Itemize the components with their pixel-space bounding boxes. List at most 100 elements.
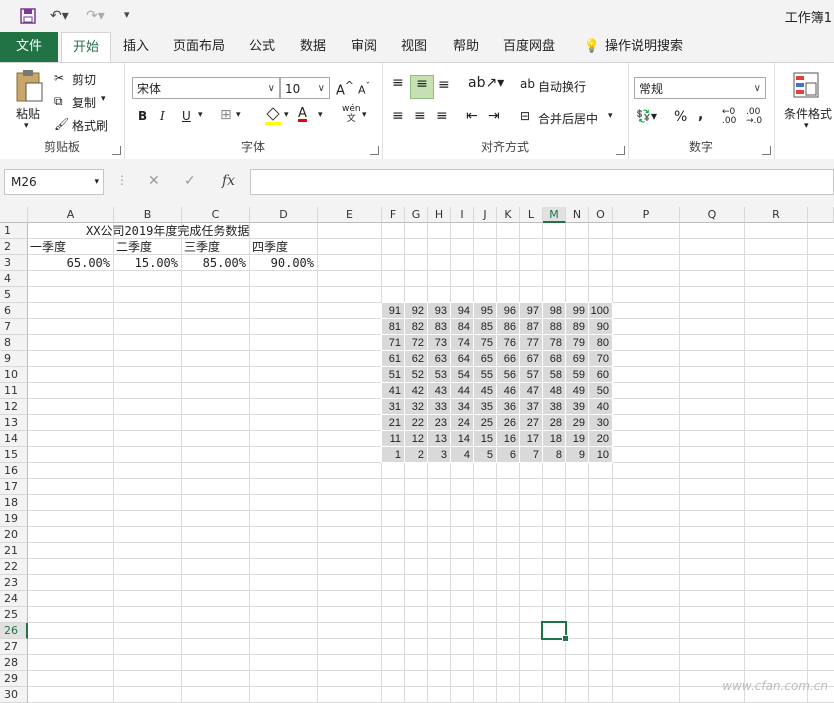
orientation-icon[interactable]: ab↗▾: [468, 75, 504, 91]
number-cell[interactable]: 9: [566, 447, 585, 463]
row-header-5[interactable]: 5: [0, 287, 28, 303]
row-header-14[interactable]: 14: [0, 431, 28, 447]
number-cell[interactable]: 83: [428, 319, 447, 335]
number-cell[interactable]: 86: [497, 319, 516, 335]
number-cell[interactable]: 43: [428, 383, 447, 399]
number-cell[interactable]: 19: [566, 431, 585, 447]
conditional-format-icon[interactable]: [792, 71, 820, 102]
row-header-1[interactable]: 1: [0, 223, 28, 239]
column-header-Q[interactable]: Q: [680, 207, 745, 223]
number-cell[interactable]: 13: [428, 431, 447, 447]
font-launcher-icon[interactable]: [370, 146, 379, 155]
number-cell[interactable]: 38: [543, 399, 562, 415]
comma-button[interactable]: ,: [698, 107, 703, 123]
name-box[interactable]: M26 ▾: [4, 169, 104, 195]
underline-dropdown-icon[interactable]: ▾: [198, 110, 203, 120]
tab-formulas[interactable]: 公式: [242, 32, 282, 62]
number-cell[interactable]: 52: [405, 367, 424, 383]
quarter-header-cell[interactable]: 一季度: [30, 239, 66, 255]
decrease-indent-icon[interactable]: ⇤: [466, 108, 478, 124]
tab-review[interactable]: 审阅: [344, 32, 384, 62]
copy-button[interactable]: 复制: [72, 94, 96, 111]
quarter-value-cell[interactable]: 85.00%: [182, 255, 246, 271]
row-header-19[interactable]: 19: [0, 511, 28, 527]
row-header-16[interactable]: 16: [0, 463, 28, 479]
row-header-6[interactable]: 6: [0, 303, 28, 319]
number-cell[interactable]: 54: [451, 367, 470, 383]
decrease-decimal-icon[interactable]: .00 →.0: [746, 108, 762, 126]
tab-home[interactable]: 开始: [61, 32, 111, 64]
number-cell[interactable]: 11: [382, 431, 401, 447]
number-cell[interactable]: 7: [520, 447, 539, 463]
percent-button[interactable]: %: [674, 109, 687, 125]
number-cell[interactable]: 47: [520, 383, 539, 399]
row-header-25[interactable]: 25: [0, 607, 28, 623]
column-header-B[interactable]: B: [114, 207, 182, 223]
number-cell[interactable]: 15: [474, 431, 493, 447]
number-cell[interactable]: 64: [451, 351, 470, 367]
number-cell[interactable]: 79: [566, 335, 585, 351]
more-options-icon[interactable]: ⋮: [116, 173, 128, 187]
quarter-value-cell[interactable]: 65.00%: [28, 255, 110, 271]
row-header-21[interactable]: 21: [0, 543, 28, 559]
number-cell[interactable]: 57: [520, 367, 539, 383]
increase-decimal-icon[interactable]: ←0.00: [722, 108, 736, 126]
row-header-13[interactable]: 13: [0, 415, 28, 431]
row-header-27[interactable]: 27: [0, 639, 28, 655]
underline-button[interactable]: U: [182, 109, 191, 123]
number-cell[interactable]: 41: [382, 383, 401, 399]
number-cell[interactable]: 8: [543, 447, 562, 463]
row-header-20[interactable]: 20: [0, 527, 28, 543]
number-cell[interactable]: 75: [474, 335, 493, 351]
number-cell[interactable]: 98: [543, 303, 562, 319]
number-cell[interactable]: 80: [589, 335, 609, 351]
number-cell[interactable]: 55: [474, 367, 493, 383]
number-cell[interactable]: 82: [405, 319, 424, 335]
cut-icon[interactable]: ✂: [54, 71, 64, 85]
insert-function-icon[interactable]: fx: [222, 173, 235, 189]
column-header-G[interactable]: G: [405, 207, 428, 223]
number-cell[interactable]: 99: [566, 303, 585, 319]
number-cell[interactable]: 48: [543, 383, 562, 399]
number-cell[interactable]: 88: [543, 319, 562, 335]
number-cell[interactable]: 81: [382, 319, 401, 335]
number-cell[interactable]: 74: [451, 335, 470, 351]
row-header-9[interactable]: 9: [0, 351, 28, 367]
number-cell[interactable]: 21: [382, 415, 401, 431]
number-cell[interactable]: 85: [474, 319, 493, 335]
number-cell[interactable]: 14: [451, 431, 470, 447]
column-header-P[interactable]: P: [613, 207, 680, 223]
row-header-29[interactable]: 29: [0, 671, 28, 687]
title-cell[interactable]: XX公司2019年度完成任务数据: [86, 223, 249, 239]
row-header-7[interactable]: 7: [0, 319, 28, 335]
active-cell-selection[interactable]: [541, 621, 569, 642]
number-format-select[interactable]: 常规 ∨: [634, 77, 766, 99]
number-cell[interactable]: 26: [497, 415, 516, 431]
number-cell[interactable]: 5: [474, 447, 493, 463]
paste-dropdown-icon[interactable]: ▾: [24, 121, 29, 131]
align-center-icon[interactable]: ≡: [414, 108, 426, 124]
row-header-11[interactable]: 11: [0, 383, 28, 399]
number-cell[interactable]: 30: [589, 415, 609, 431]
conditional-dropdown-icon[interactable]: ▾: [804, 121, 809, 131]
tab-insert[interactable]: 插入: [116, 32, 156, 62]
tell-me-search[interactable]: 操作说明搜索: [604, 32, 684, 62]
quarter-value-cell[interactable]: 15.00%: [114, 255, 178, 271]
column-header-F[interactable]: F: [382, 207, 405, 223]
tab-baidu-netdisk[interactable]: 百度网盘: [498, 32, 560, 62]
number-cell[interactable]: 1: [382, 447, 401, 463]
fill-dropdown-icon[interactable]: ▾: [284, 110, 289, 120]
number-cell[interactable]: 29: [566, 415, 585, 431]
number-cell[interactable]: 39: [566, 399, 585, 415]
number-cell[interactable]: 17: [520, 431, 539, 447]
number-cell[interactable]: 73: [428, 335, 447, 351]
column-header-H[interactable]: H: [428, 207, 451, 223]
number-cell[interactable]: 45: [474, 383, 493, 399]
number-cell[interactable]: 67: [520, 351, 539, 367]
row-header-8[interactable]: 8: [0, 335, 28, 351]
tab-page-layout[interactable]: 页面布局: [168, 32, 230, 62]
save-icon[interactable]: [20, 8, 36, 28]
number-cell[interactable]: 12: [405, 431, 424, 447]
column-header-O[interactable]: O: [589, 207, 613, 223]
align-top-icon[interactable]: ≡: [392, 75, 404, 91]
